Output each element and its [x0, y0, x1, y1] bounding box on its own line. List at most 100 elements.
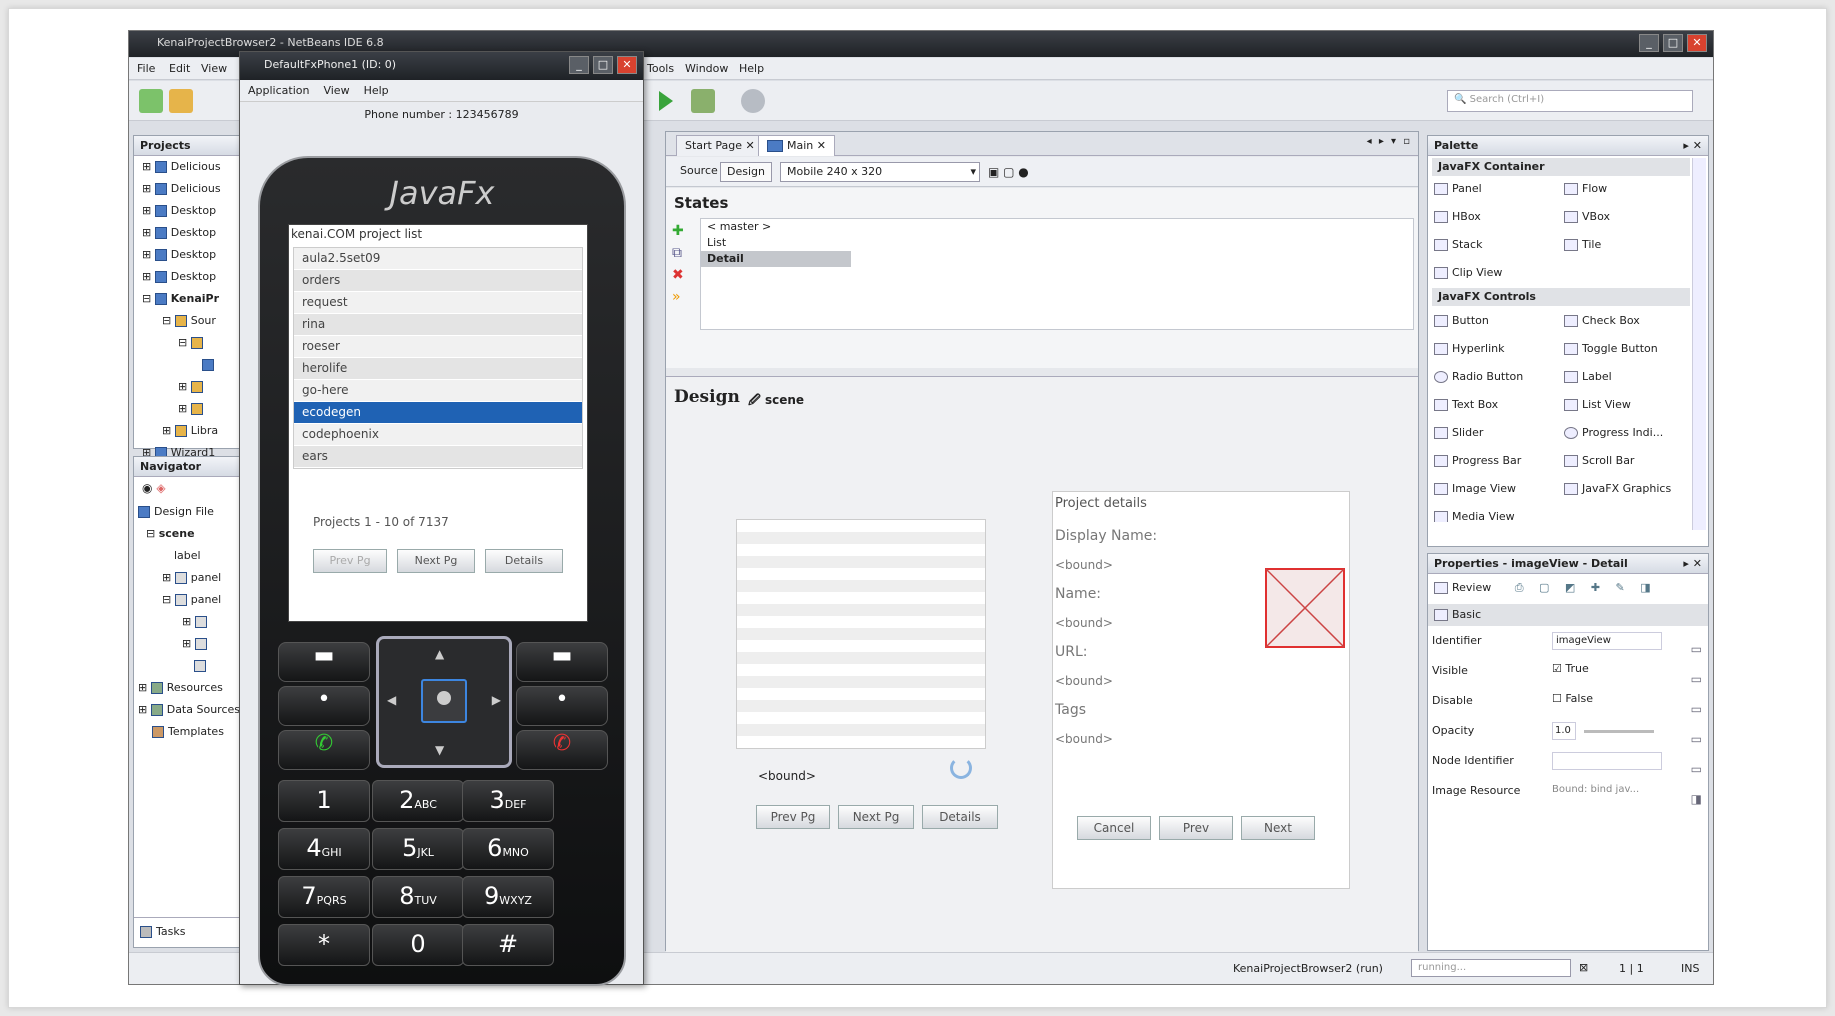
right-softkey[interactable]: ▬	[516, 642, 608, 682]
close-icon[interactable]: ✕	[1687, 34, 1707, 52]
menu-view[interactable]: View	[201, 62, 227, 75]
open-project-icon[interactable]	[169, 89, 193, 113]
list-item[interactable]: go-here	[294, 380, 582, 402]
minimize-icon[interactable]: _	[1639, 34, 1659, 52]
key-1[interactable]: 1	[278, 780, 370, 822]
key-4[interactable]: 4GHI	[278, 828, 370, 870]
phone-menu-help[interactable]: Help	[364, 84, 389, 97]
state-item-selected[interactable]: Detail	[701, 251, 851, 267]
filter-icon[interactable]: ◉	[142, 481, 152, 495]
dpad[interactable]: ▲ ▼ ◀ ▶	[376, 636, 512, 768]
prev-page-button[interactable]: Prev Pg	[313, 549, 387, 573]
palette-progressindicator-item[interactable]: Progress Indi...	[1564, 426, 1663, 439]
tree-item[interactable]: ⊞ Desktop	[142, 222, 242, 244]
palette-hbox-item[interactable]: HBox	[1434, 210, 1481, 223]
tree-item[interactable]	[142, 354, 242, 376]
palette-checkbox-item[interactable]: Check Box	[1564, 314, 1640, 327]
image-resource-value[interactable]: Bound: bind jav...	[1552, 784, 1639, 795]
end-call-icon[interactable]: ✆	[516, 730, 608, 770]
tree-item[interactable]: ⊞ Libra	[142, 420, 242, 442]
key-5[interactable]: 5JKL	[372, 828, 464, 870]
palette-vbox-item[interactable]: VBox	[1564, 210, 1610, 223]
palette-label-item[interactable]: Label	[1564, 370, 1612, 383]
transition-icon[interactable]: »	[672, 286, 684, 308]
nav-item[interactable]: ⊞ Resources	[138, 677, 242, 699]
next-button[interactable]: Next	[1241, 816, 1315, 840]
visible-checkbox[interactable]: ☑ True	[1552, 662, 1589, 675]
canvas-details-button[interactable]: Details	[922, 805, 998, 829]
palette-progressbar-item[interactable]: Progress Bar	[1434, 454, 1521, 467]
palette-slider-item[interactable]: Slider	[1434, 426, 1483, 439]
tree-item[interactable]: ⊞ Desktop	[142, 244, 242, 266]
phone-menu-view[interactable]: View	[323, 84, 349, 97]
dpad-left-icon[interactable]: ◀	[387, 693, 396, 707]
nav-item[interactable]: ⊞	[138, 633, 242, 655]
nav-item[interactable]	[138, 655, 242, 677]
next-page-button[interactable]: Next Pg	[397, 549, 475, 573]
menu-edit[interactable]: Edit	[169, 62, 190, 75]
close-icon[interactable]: ▸ ✕	[1683, 139, 1702, 152]
basic-section[interactable]: Basic	[1428, 604, 1708, 626]
palette-clipview-item[interactable]: Clip View	[1434, 266, 1502, 279]
nav-item[interactable]: ⊞ panel	[138, 567, 242, 589]
menu-tools[interactable]: Tools	[647, 62, 674, 75]
tab-start-page[interactable]: Start Page ✕	[676, 135, 764, 156]
list-item[interactable]: rina	[294, 314, 582, 336]
design-button[interactable]: Design	[720, 162, 772, 182]
image-view-placeholder-icon[interactable]	[1265, 568, 1345, 648]
canvas-next-page-button[interactable]: Next Pg	[838, 805, 914, 829]
opacity-field[interactable]: 1.0	[1552, 722, 1576, 740]
list-item[interactable]: codephoenix	[294, 424, 582, 446]
palette-textbox-item[interactable]: Text Box	[1434, 398, 1498, 411]
palette-graphics-item[interactable]: JavaFX Graphics	[1564, 482, 1671, 495]
list-item-selected[interactable]: ecodegen	[294, 402, 582, 424]
identifier-field[interactable]: imageView	[1552, 632, 1662, 650]
profile-icon[interactable]	[741, 89, 765, 113]
state-item[interactable]: < master >	[701, 219, 1413, 235]
list-item[interactable]: request	[294, 292, 582, 314]
list-item[interactable]: ears	[294, 446, 582, 468]
device-select[interactable]: Mobile 240 x 320 ▾	[780, 162, 980, 182]
details-button[interactable]: Details	[485, 549, 563, 573]
palette-radiobutton-item[interactable]: Radio Button	[1434, 370, 1523, 383]
key-3[interactable]: 3DEF	[462, 780, 554, 822]
menu-window[interactable]: Window	[685, 62, 728, 75]
canvas-prev-page-button[interactable]: Prev Pg	[756, 805, 830, 829]
node-identifier-field[interactable]	[1552, 752, 1662, 770]
palette-hyperlink-item[interactable]: Hyperlink	[1434, 342, 1505, 355]
key-8[interactable]: 8TUV	[372, 876, 464, 918]
debug-icon[interactable]	[691, 89, 715, 113]
key-0[interactable]: 0	[372, 924, 464, 966]
prev-button[interactable]: Prev	[1159, 816, 1233, 840]
key-2[interactable]: 2ABC	[372, 780, 464, 822]
dpad-up-icon[interactable]: ▲	[435, 647, 444, 661]
maximize-icon[interactable]: □	[1663, 34, 1683, 52]
left-softkey[interactable]: ▬	[278, 642, 370, 682]
palette-stack-item[interactable]: Stack	[1434, 238, 1482, 251]
key-hash[interactable]: #	[462, 924, 554, 966]
palette-section-container[interactable]: JavaFX Container	[1432, 158, 1690, 176]
phone-menu-application[interactable]: Application	[248, 84, 309, 97]
delete-state-icon[interactable]: ✖	[672, 264, 684, 286]
palette-panel-item[interactable]: Panel	[1434, 182, 1482, 195]
preview-icons[interactable]: ▣ ▢ ●	[988, 165, 1029, 179]
left-dot-key[interactable]: •	[278, 686, 370, 726]
palette-button-item[interactable]: Button	[1434, 314, 1489, 327]
list-item[interactable]: orders	[294, 270, 582, 292]
nav-item[interactable]: ⊞ Data Sources	[138, 699, 242, 721]
new-file-icon[interactable]	[139, 89, 163, 113]
maximize-icon[interactable]: □	[593, 56, 613, 74]
state-item[interactable]: List	[701, 235, 1413, 251]
property-customizer-icons[interactable]: ▭ ▭ ▭ ▭ ▭ ◨	[1691, 634, 1702, 814]
key-6[interactable]: 6MNO	[462, 828, 554, 870]
palette-imageview-item[interactable]: Image View	[1434, 482, 1516, 495]
cancel-process-icon[interactable]: ⊠	[1579, 961, 1588, 974]
tree-item[interactable]: ⊟ Sour	[142, 310, 242, 332]
properties-tool-icons[interactable]: ⎙ ▢ ◩ ✚ ✎ ◨	[1515, 581, 1657, 594]
nav-item[interactable]: ⊞	[138, 611, 242, 633]
tree-item[interactable]: ⊞ Delicious	[142, 156, 242, 178]
close-icon[interactable]: ▸ ✕	[1683, 557, 1702, 570]
tree-item[interactable]: ⊞	[142, 398, 242, 420]
run-icon[interactable]	[659, 91, 673, 111]
nav-item[interactable]: label	[138, 545, 242, 567]
